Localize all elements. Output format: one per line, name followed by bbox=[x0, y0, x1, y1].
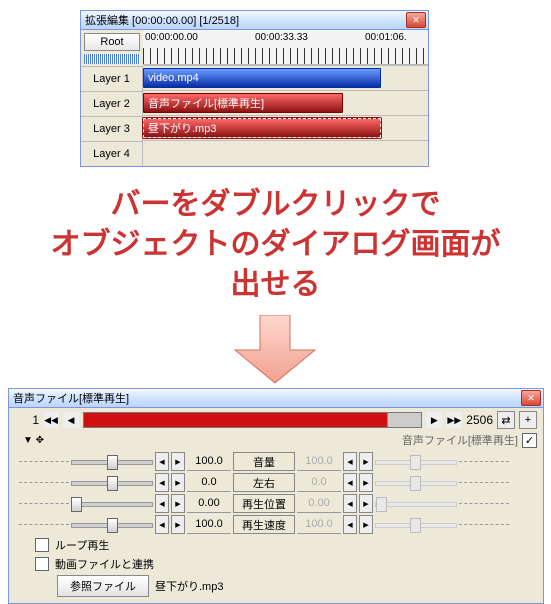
step-right-icon[interactable]: ▶ bbox=[171, 515, 185, 534]
param-slider-left[interactable] bbox=[71, 495, 153, 512]
step-right-icon[interactable]: ▶ bbox=[171, 494, 185, 513]
frame-stripe bbox=[84, 54, 140, 64]
param-value-left[interactable]: 0.00 bbox=[187, 495, 231, 513]
param-value-left[interactable]: 0.0 bbox=[187, 474, 231, 492]
object-title: 音声ファイル[標準再生] bbox=[11, 390, 521, 406]
param-value-left[interactable]: 100.0 bbox=[187, 453, 231, 471]
step-right-icon[interactable]: ▶ bbox=[171, 473, 185, 492]
close-icon[interactable]: ✕ bbox=[406, 12, 426, 28]
param-slider-right[interactable] bbox=[375, 516, 457, 533]
param-slider-left[interactable] bbox=[71, 516, 153, 533]
header-label: 音声ファイル[標準再生] bbox=[402, 432, 518, 448]
step-left-icon[interactable]: ◀ bbox=[155, 452, 169, 471]
step-left-icon[interactable]: ◀ bbox=[155, 473, 169, 492]
track-row[interactable]: video.mp4 bbox=[143, 65, 428, 90]
param-row: ◀ ▶ 0.00 再生位置 0.00 ◀ ▶ bbox=[19, 494, 537, 513]
progress-bar[interactable] bbox=[83, 412, 422, 428]
step-left-icon[interactable]: ◀ bbox=[343, 452, 357, 471]
layer-label[interactable]: Layer 2 bbox=[81, 91, 143, 116]
param-slider-left[interactable] bbox=[71, 453, 153, 470]
frame-start: 1 bbox=[15, 413, 39, 427]
annotation-text: バーをダブルクリックで オブジェクトのダイアログ画面が 出せる bbox=[0, 185, 551, 305]
track-row[interactable]: 昼下がり.mp3 bbox=[143, 115, 428, 140]
close-icon[interactable]: ✕ bbox=[521, 390, 541, 406]
param-name[interactable]: 音量 bbox=[233, 452, 295, 471]
layer-label[interactable]: Layer 4 bbox=[81, 141, 143, 166]
step-right-icon[interactable]: ▶ bbox=[171, 452, 185, 471]
param-row: ◀ ▶ 0.0 左右 0.0 ◀ ▶ bbox=[19, 473, 537, 492]
track-row[interactable]: 音声ファイル[標準再生] bbox=[143, 90, 428, 115]
param-slider-right[interactable] bbox=[375, 474, 457, 491]
rewind-icon[interactable]: ◀◀ bbox=[43, 412, 59, 428]
param-name[interactable]: 左右 bbox=[233, 473, 295, 492]
step-left-icon[interactable]: ◀ bbox=[343, 494, 357, 513]
frame-end: 2506 bbox=[466, 413, 493, 427]
param-value-right[interactable]: 0.0 bbox=[297, 474, 341, 492]
step-right-icon[interactable]: ▶ bbox=[359, 494, 373, 513]
audio-clip[interactable]: 音声ファイル[標準再生] bbox=[143, 93, 343, 113]
prev-icon[interactable]: ◀ bbox=[63, 412, 79, 428]
param-name[interactable]: 再生位置 bbox=[233, 494, 295, 513]
param-slider-right[interactable] bbox=[375, 453, 457, 470]
step-right-icon[interactable]: ▶ bbox=[359, 452, 373, 471]
param-row: ◀ ▶ 100.0 音量 100.0 ◀ ▶ bbox=[19, 452, 537, 471]
next-icon[interactable]: ▶ bbox=[426, 412, 442, 428]
reference-file-name: 昼下がり.mp3 bbox=[155, 578, 223, 594]
link-label: 動画ファイルと連携 bbox=[55, 556, 154, 572]
ruler-tick: 00:01:06. bbox=[365, 32, 407, 43]
layer-label[interactable]: Layer 1 bbox=[81, 66, 143, 91]
loop-checkbox[interactable] bbox=[35, 538, 49, 552]
loop-label: ループ再生 bbox=[55, 537, 109, 553]
timeline-window: 拡張編集 [00:00:00.00] [1/2518] ✕ Root Layer… bbox=[80, 10, 429, 167]
step-right-icon[interactable]: ▶ bbox=[359, 515, 373, 534]
audio-clip-selected[interactable]: 昼下がり.mp3 bbox=[143, 118, 381, 138]
object-titlebar[interactable]: 音声ファイル[標準再生] ✕ bbox=[9, 389, 543, 408]
direction-toggle-icon[interactable]: ⇄ bbox=[497, 411, 515, 429]
step-left-icon[interactable]: ◀ bbox=[343, 473, 357, 492]
link-checkbox[interactable] bbox=[35, 557, 49, 571]
layer-label[interactable]: Layer 3 bbox=[81, 116, 143, 141]
param-value-right[interactable]: 100.0 bbox=[297, 516, 341, 534]
timeline-ruler[interactable]: 00:00:00.00 00:00:33.33 00:01:06. bbox=[143, 30, 428, 65]
enable-checkbox[interactable] bbox=[522, 433, 537, 448]
timeline-titlebar[interactable]: 拡張編集 [00:00:00.00] [1/2518] ✕ bbox=[81, 11, 428, 30]
param-value-left[interactable]: 100.0 bbox=[187, 516, 231, 534]
video-clip[interactable]: video.mp4 bbox=[143, 68, 381, 88]
timeline-title: 拡張編集 [00:00:00.00] [1/2518] bbox=[83, 12, 406, 28]
forward-icon[interactable]: ▶▶ bbox=[446, 412, 462, 428]
track-row[interactable] bbox=[143, 140, 428, 165]
object-dialog: 音声ファイル[標準再生] ✕ 1 ◀◀ ◀ ▶ ▶▶ 2506 ⇄ + ▼ ✥ … bbox=[8, 388, 544, 604]
dashline bbox=[19, 461, 69, 462]
param-row: ◀ ▶ 100.0 再生速度 100.0 ◀ ▶ bbox=[19, 515, 537, 534]
step-left-icon[interactable]: ◀ bbox=[155, 494, 169, 513]
param-name[interactable]: 再生速度 bbox=[233, 515, 295, 534]
param-grid: ◀ ▶ 100.0 音量 100.0 ◀ ▶ ◀ ▶ 0.0 左右 0.0 ◀ bbox=[19, 452, 537, 534]
reference-file-button[interactable]: 参照ファイル bbox=[57, 575, 149, 597]
add-button[interactable]: + bbox=[519, 411, 537, 429]
ruler-tick: 00:00:00.00 bbox=[145, 32, 198, 43]
triangle-down-icon[interactable]: ▼ ✥ bbox=[23, 435, 44, 446]
param-value-right[interactable]: 0.00 bbox=[297, 495, 341, 513]
ruler-tick: 00:00:33.33 bbox=[255, 32, 308, 43]
step-left-icon[interactable]: ◀ bbox=[155, 515, 169, 534]
step-right-icon[interactable]: ▶ bbox=[359, 473, 373, 492]
param-slider-right[interactable] bbox=[375, 495, 457, 512]
root-button[interactable]: Root bbox=[84, 33, 140, 51]
param-value-right[interactable]: 100.0 bbox=[297, 453, 341, 471]
param-slider-left[interactable] bbox=[71, 474, 153, 491]
dashline bbox=[459, 461, 509, 462]
arrow-down-icon bbox=[225, 315, 325, 385]
step-left-icon[interactable]: ◀ bbox=[343, 515, 357, 534]
